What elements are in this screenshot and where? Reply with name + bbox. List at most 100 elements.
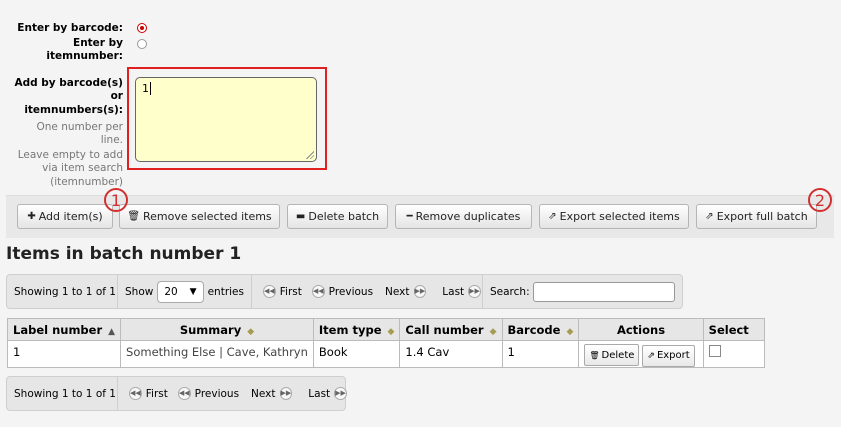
- col-summary[interactable]: Summary ◆: [120, 318, 314, 341]
- add-by-label-1: Add by barcode(s): [14, 77, 123, 89]
- show-label: Show: [125, 285, 154, 298]
- trash-icon: 🗑: [127, 211, 141, 222]
- hint-line-1: One number per: [36, 121, 123, 133]
- entries-label: entries: [207, 285, 244, 298]
- export-full-label: Export full batch: [716, 210, 808, 223]
- summary-title-link[interactable]: Something Else: [126, 345, 215, 359]
- export-full-button[interactable]: ⇗ Export full batch: [696, 204, 817, 229]
- batch-add-form: Enter by barcode: Enter by itemnumber: A…: [0, 0, 841, 195]
- previous-page-icon[interactable]: ◀◀: [311, 285, 325, 298]
- summary-author: | Cave, Kathryn: [215, 345, 308, 359]
- col-summary-text: Summary: [179, 322, 242, 337]
- page-size-select[interactable]: 20 ▼: [157, 280, 204, 303]
- row-select-checkbox[interactable]: [708, 345, 721, 357]
- remove-duplicates-label: Remove duplicates: [415, 210, 521, 223]
- export-selected-label: Export selected items: [559, 210, 680, 223]
- hint-line-2: line.: [100, 134, 123, 146]
- cell-select: [702, 340, 765, 368]
- first-link[interactable]: First: [146, 388, 168, 400]
- last-page-icon[interactable]: ▶▶: [468, 285, 481, 298]
- sort-icon: ◆: [247, 326, 255, 337]
- minus-square-icon: ▬: [295, 211, 306, 222]
- sort-icon: ◆: [489, 326, 497, 337]
- share-icon: ⇗: [647, 350, 655, 361]
- first-page-icon[interactable]: ◀◀: [129, 387, 142, 400]
- col-item-type[interactable]: Item type ◆: [312, 318, 401, 341]
- row-export-label: Export: [656, 350, 690, 361]
- sort-icon: ◆: [387, 326, 395, 337]
- page-size-control: Show 20 ▼ entries: [118, 275, 252, 308]
- next-page-icon[interactable]: ▶▶: [279, 387, 293, 400]
- next-link[interactable]: Next: [251, 388, 275, 400]
- enter-by-itemnumber-label-1: Enter by: [73, 37, 123, 49]
- last-link[interactable]: Last: [308, 388, 330, 400]
- page-size-value: 20: [164, 285, 178, 298]
- cell-barcode: 1: [501, 340, 580, 368]
- previous-page-icon[interactable]: ◀◀: [177, 387, 191, 400]
- col-call-number-text: Call number: [405, 322, 484, 337]
- cell-call-number: 1.4 Cav: [399, 340, 503, 368]
- cell-summary: Something Else | Cave, Kathryn: [120, 340, 314, 368]
- remove-selected-label: Remove selected items: [143, 210, 272, 223]
- search-control: Search:: [483, 275, 682, 308]
- col-actions: Actions: [578, 318, 704, 341]
- add-items-button[interactable]: ✚ Add item(s): [17, 204, 113, 229]
- batch-heading: Items in batch number 1: [6, 244, 242, 264]
- minus-icon: ━: [406, 211, 413, 222]
- hint-line-4: via item search: [42, 162, 123, 174]
- pager-bottom: Showing 1 to 1 of 1 ◀◀ First ◀◀ Previous N…: [6, 376, 347, 411]
- add-items-label: Add item(s): [38, 210, 103, 223]
- textarea-value: 1: [142, 82, 149, 95]
- sort-icon: ◆: [566, 326, 574, 337]
- add-by-label-2: or: [110, 90, 123, 102]
- remove-selected-button[interactable]: 🗑 Remove selected items: [119, 204, 280, 229]
- textarea-highlight: 1: [127, 67, 327, 170]
- cell-item-type: Book: [312, 340, 401, 368]
- enter-by-itemnumber-radio[interactable]: [137, 39, 147, 49]
- row-delete-label: Delete: [601, 349, 635, 361]
- next-link[interactable]: Next: [385, 286, 409, 298]
- delete-batch-button[interactable]: ▬ Delete batch: [287, 204, 388, 229]
- col-select: Select: [702, 318, 765, 341]
- chevron-down-icon: ▼: [189, 286, 197, 297]
- first-link[interactable]: First: [280, 286, 302, 298]
- pager-bottom-info: Showing 1 to 1 of 1: [7, 377, 118, 410]
- export-selected-button[interactable]: ⇗ Export selected items: [539, 204, 689, 229]
- next-page-icon[interactable]: ▶▶: [413, 285, 427, 298]
- last-link[interactable]: Last: [442, 286, 464, 298]
- previous-link[interactable]: Previous: [329, 286, 373, 298]
- pager-bottom-nav: ◀◀ First ◀◀ Previous Next ▶▶ Last ▶▶: [118, 377, 347, 410]
- enter-by-barcode-radio[interactable]: [137, 23, 147, 33]
- enter-by-itemnumber-label-2: itemnumber:: [46, 50, 123, 62]
- share-icon: ⇗: [548, 211, 557, 222]
- col-label-number[interactable]: Label number ▲: [6, 318, 122, 341]
- items-table: Label number ▲ Summary ◆ Item type ◆ Call n…: [6, 318, 765, 368]
- batch-toolbar: ✚ Add item(s) 🗑 Remove selected items ▬ Del…: [6, 195, 834, 238]
- table-header-row: Label number ▲ Summary ◆ Item type ◆ Call n…: [6, 318, 765, 341]
- cell-actions: 🗑 Delete ⇗ Export: [578, 340, 704, 368]
- resize-grip-icon[interactable]: [306, 151, 314, 159]
- col-barcode-text: Barcode: [507, 322, 561, 337]
- col-label-number-text: Label number: [13, 322, 103, 337]
- previous-link[interactable]: Previous: [195, 388, 239, 400]
- pager-top: Showing 1 to 1 of 1 Show 20 ▼ entries ◀◀ F…: [6, 274, 683, 309]
- row-export-button[interactable]: ⇗ Export: [642, 344, 695, 367]
- search-input[interactable]: [532, 281, 675, 302]
- col-barcode[interactable]: Barcode ◆: [501, 318, 580, 341]
- hint-line-5: (itemnumber): [50, 176, 123, 188]
- delete-batch-label: Delete batch: [308, 210, 380, 223]
- sort-asc-icon: ▲: [108, 326, 116, 337]
- row-delete-button[interactable]: 🗑 Delete: [584, 344, 640, 366]
- remove-duplicates-button[interactable]: ━ Remove duplicates: [395, 204, 532, 229]
- col-call-number[interactable]: Call number ◆: [399, 318, 503, 341]
- callout-2: 2: [808, 188, 832, 212]
- barcode-textarea[interactable]: 1: [135, 77, 317, 162]
- hint-line-3: Leave empty to add: [17, 149, 123, 161]
- trash-icon: 🗑: [589, 350, 600, 360]
- first-page-icon[interactable]: ◀◀: [263, 285, 276, 298]
- callout-1: 1: [104, 188, 128, 212]
- add-by-label-3: itemnumbers(s):: [24, 104, 123, 116]
- last-page-icon[interactable]: ▶▶: [334, 387, 347, 400]
- cell-label-number: 1: [6, 340, 122, 368]
- share-icon: ⇗: [705, 211, 714, 222]
